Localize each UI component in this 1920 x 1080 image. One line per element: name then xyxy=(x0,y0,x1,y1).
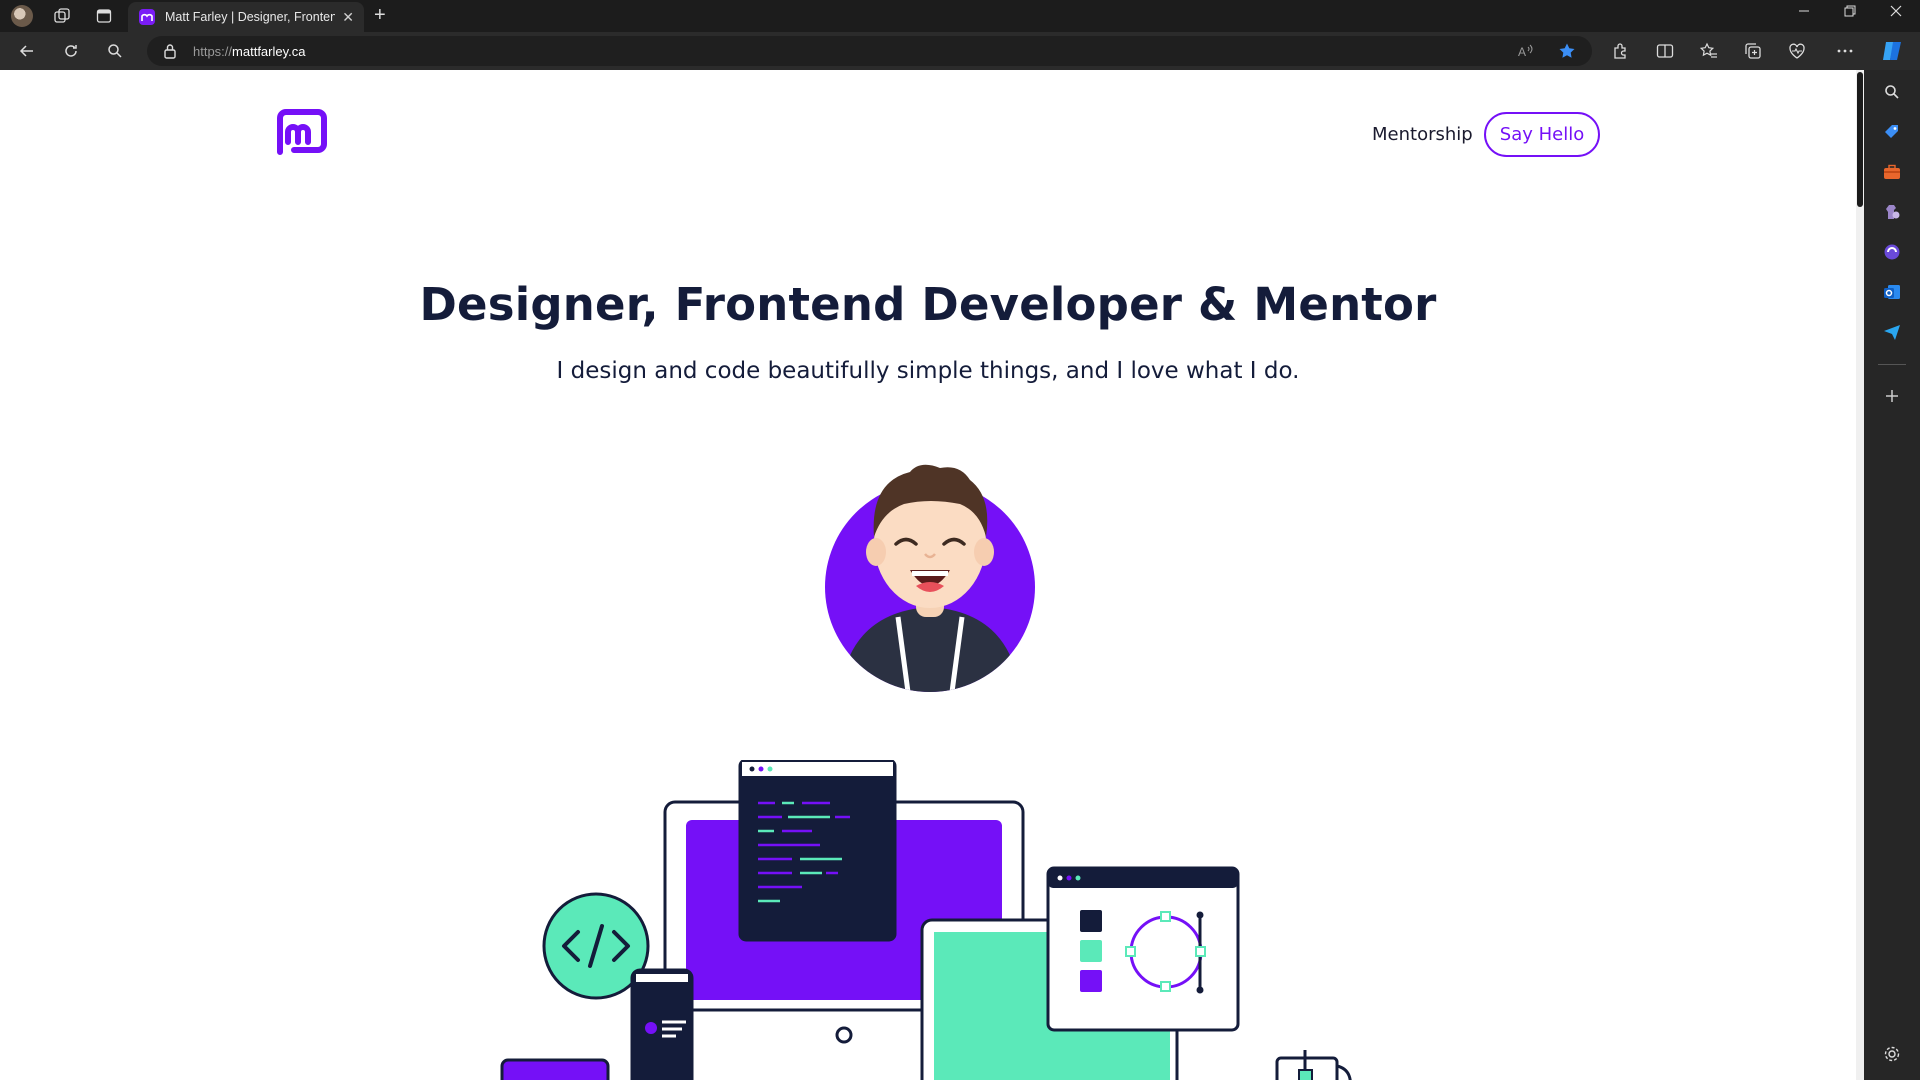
vertical-tabs-icon[interactable] xyxy=(94,6,114,26)
shopping-tag-icon[interactable] xyxy=(1882,122,1902,142)
url-host: mattfarley.ca xyxy=(232,44,306,59)
copilot-icon[interactable] xyxy=(1880,38,1906,64)
address-bar[interactable]: https://mattfarley.ca A xyxy=(147,36,1592,66)
say-hello-button[interactable]: Say Hello xyxy=(1484,112,1600,157)
web-page: Mentorship Say Hello Designer, Frontend … xyxy=(0,70,1856,1080)
send-icon[interactable] xyxy=(1882,322,1902,342)
minimize-icon[interactable] xyxy=(1794,4,1814,20)
page-scrollbar[interactable] xyxy=(1856,70,1864,1080)
title-bar: Matt Farley | Designer, Frontend ✕ + xyxy=(0,0,1920,32)
settings-icon[interactable] xyxy=(1882,1044,1902,1064)
split-screen-icon[interactable] xyxy=(1655,41,1675,61)
devices-illustration xyxy=(490,758,1370,1080)
hero-title: Designer, Frontend Developer & Mentor xyxy=(419,278,1437,331)
refresh-icon[interactable] xyxy=(61,41,81,61)
outlook-icon[interactable] xyxy=(1882,282,1902,302)
tab-active[interactable]: Matt Farley | Designer, Frontend ✕ xyxy=(128,2,364,32)
browser-essentials-icon[interactable] xyxy=(1787,41,1807,61)
favorite-star-icon[interactable] xyxy=(1557,41,1577,61)
tools-briefcase-icon[interactable] xyxy=(1882,162,1902,182)
edge-sidebar xyxy=(1864,70,1920,1080)
extensions-icon[interactable] xyxy=(1611,41,1631,61)
search-icon[interactable] xyxy=(105,41,125,61)
add-icon[interactable] xyxy=(1882,386,1902,406)
nav-mentorship-link[interactable]: Mentorship xyxy=(1372,124,1473,145)
restore-icon[interactable] xyxy=(1840,4,1860,20)
back-icon[interactable] xyxy=(17,41,37,61)
url-protocol: https:// xyxy=(193,44,233,59)
tab-title: Matt Farley | Designer, Frontend xyxy=(165,10,335,24)
avatar-illustration xyxy=(820,442,1040,692)
sidebar-divider xyxy=(1878,364,1906,365)
more-icon[interactable] xyxy=(1835,41,1855,61)
read-aloud-icon[interactable]: A xyxy=(1516,41,1536,61)
url-text[interactable]: https://mattfarley.ca xyxy=(193,44,305,59)
site-favicon-icon xyxy=(139,9,155,25)
lock-icon[interactable] xyxy=(163,43,177,64)
browser-toolbar: https://mattfarley.ca A xyxy=(0,32,1920,70)
tab-close-icon[interactable]: ✕ xyxy=(342,9,354,26)
search-icon[interactable] xyxy=(1882,82,1902,102)
site-logo[interactable] xyxy=(274,108,330,160)
profile-avatar[interactable] xyxy=(11,5,33,27)
svg-text:A: A xyxy=(1518,45,1526,59)
copilot-icon[interactable] xyxy=(1882,242,1902,262)
new-tab-button[interactable]: + xyxy=(374,4,386,27)
hero-subtitle: I design and code beautifully simple thi… xyxy=(556,358,1300,384)
favorites-icon[interactable] xyxy=(1699,41,1719,61)
scrollbar-thumb[interactable] xyxy=(1857,72,1863,207)
games-icon[interactable] xyxy=(1882,202,1902,222)
collections-icon[interactable] xyxy=(1743,41,1763,61)
workspaces-icon[interactable] xyxy=(52,6,72,26)
close-window-icon[interactable] xyxy=(1886,4,1906,20)
